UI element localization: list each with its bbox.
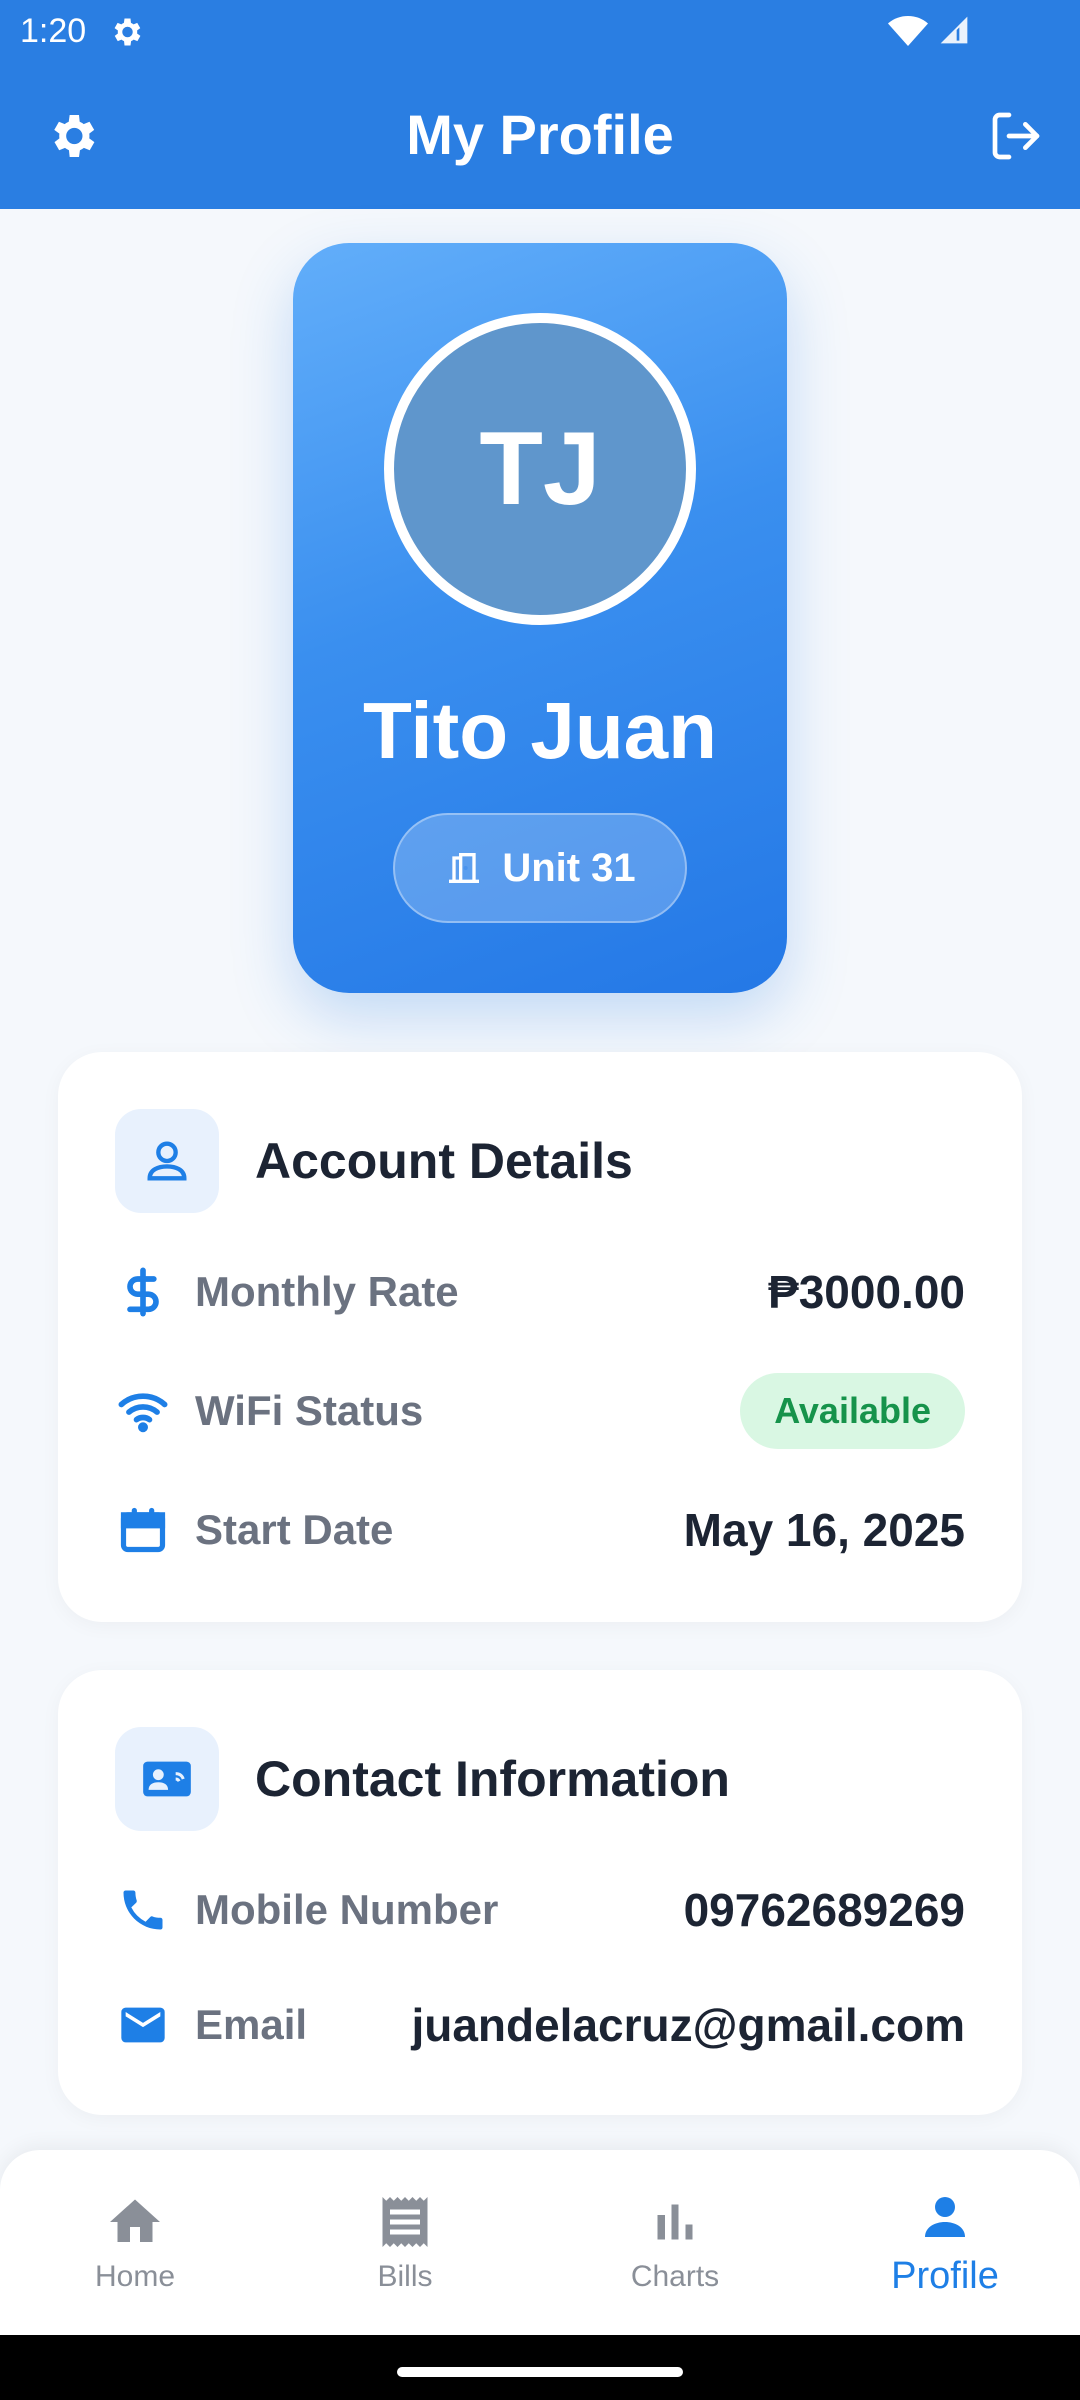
profile-card: TJ Tito Juan Unit 31 bbox=[293, 243, 787, 993]
unit-label: Unit 31 bbox=[502, 845, 636, 890]
email-label: Email bbox=[195, 2001, 308, 2048]
contact-information-card: Contact Information Mobile Number 097626… bbox=[58, 1670, 1022, 2115]
account-details-heading: Account Details bbox=[255, 1133, 633, 1189]
status-bar: 1:20 bbox=[0, 0, 1080, 64]
start-date-label: Start Date bbox=[195, 1506, 394, 1553]
nav-label-home: Home bbox=[94, 2259, 176, 2293]
calendar-icon bbox=[120, 1507, 166, 1553]
nav-label-bills: Bills bbox=[377, 2259, 433, 2293]
page-title: My Profile bbox=[406, 103, 674, 166]
nav-item-profile[interactable]: Profile bbox=[810, 2150, 1080, 2335]
email-row: Email juandelacruz@gmail.com bbox=[115, 1985, 965, 2065]
mobile-number-value: 09762689269 bbox=[683, 1884, 965, 1936]
nav-item-charts[interactable]: Charts bbox=[540, 2150, 810, 2335]
system-nav-bar bbox=[0, 2335, 1080, 2400]
nav-label-profile: Profile bbox=[891, 2255, 999, 2297]
wifi-icon bbox=[118, 1393, 168, 1433]
wifi-status-icon bbox=[888, 16, 928, 46]
mail-icon bbox=[121, 2007, 165, 2043]
start-date-value: May 16, 2025 bbox=[683, 1504, 965, 1556]
email-value: juandelacruz@gmail.com bbox=[411, 1999, 965, 2051]
phone-icon bbox=[123, 1890, 163, 1930]
person-outline-icon bbox=[147, 1141, 187, 1181]
status-time: 1:20 bbox=[20, 12, 87, 50]
avatar: TJ bbox=[384, 313, 696, 625]
signal-icon bbox=[940, 16, 968, 44]
status-badge: Available bbox=[740, 1373, 965, 1449]
monthly-rate-label: Monthly Rate bbox=[195, 1268, 459, 1315]
unit-badge: Unit 31 bbox=[393, 813, 687, 923]
nav-label-charts: Charts bbox=[630, 2259, 720, 2293]
monthly-rate-row: Monthly Rate ₱3000.00 bbox=[115, 1252, 965, 1332]
dollar-icon bbox=[127, 1267, 159, 1317]
app-bar: My Profile bbox=[0, 64, 1080, 209]
start-date-row: Start Date May 16, 2025 bbox=[115, 1490, 965, 1570]
person-icon bbox=[925, 2197, 965, 2237]
account-details-card: Account Details Monthly Rate ₱3000.00 Wi… bbox=[58, 1052, 1022, 1622]
mobile-number-label: Mobile Number bbox=[195, 1886, 499, 1933]
account-icon-box bbox=[115, 1109, 219, 1213]
profile-name: Tito Juan bbox=[362, 686, 718, 775]
mobile-number-row: Mobile Number 09762689269 bbox=[115, 1870, 965, 1950]
bottom-nav: Home Bills Charts Profile bbox=[0, 2150, 1080, 2335]
monthly-rate-value: ₱3000.00 bbox=[768, 1266, 965, 1318]
nav-item-bills[interactable]: Bills bbox=[270, 2150, 540, 2335]
avatar-initials: TJ bbox=[479, 410, 601, 527]
contact-card-icon bbox=[143, 1761, 191, 1797]
wifi-status-row: WiFi Status Available bbox=[115, 1371, 965, 1451]
wifi-status-label: WiFi Status bbox=[195, 1387, 424, 1434]
logout-icon[interactable] bbox=[988, 108, 1044, 164]
nav-item-home[interactable]: Home bbox=[0, 2150, 270, 2335]
bar-chart-icon bbox=[657, 2204, 693, 2239]
receipt-icon bbox=[382, 2196, 428, 2247]
door-icon bbox=[449, 853, 480, 883]
gesture-handle[interactable] bbox=[397, 2367, 683, 2377]
contact-information-heading: Contact Information bbox=[255, 1751, 730, 1807]
contact-icon-box bbox=[115, 1727, 219, 1831]
gear-icon bbox=[114, 18, 141, 46]
home-icon bbox=[110, 2199, 160, 2242]
